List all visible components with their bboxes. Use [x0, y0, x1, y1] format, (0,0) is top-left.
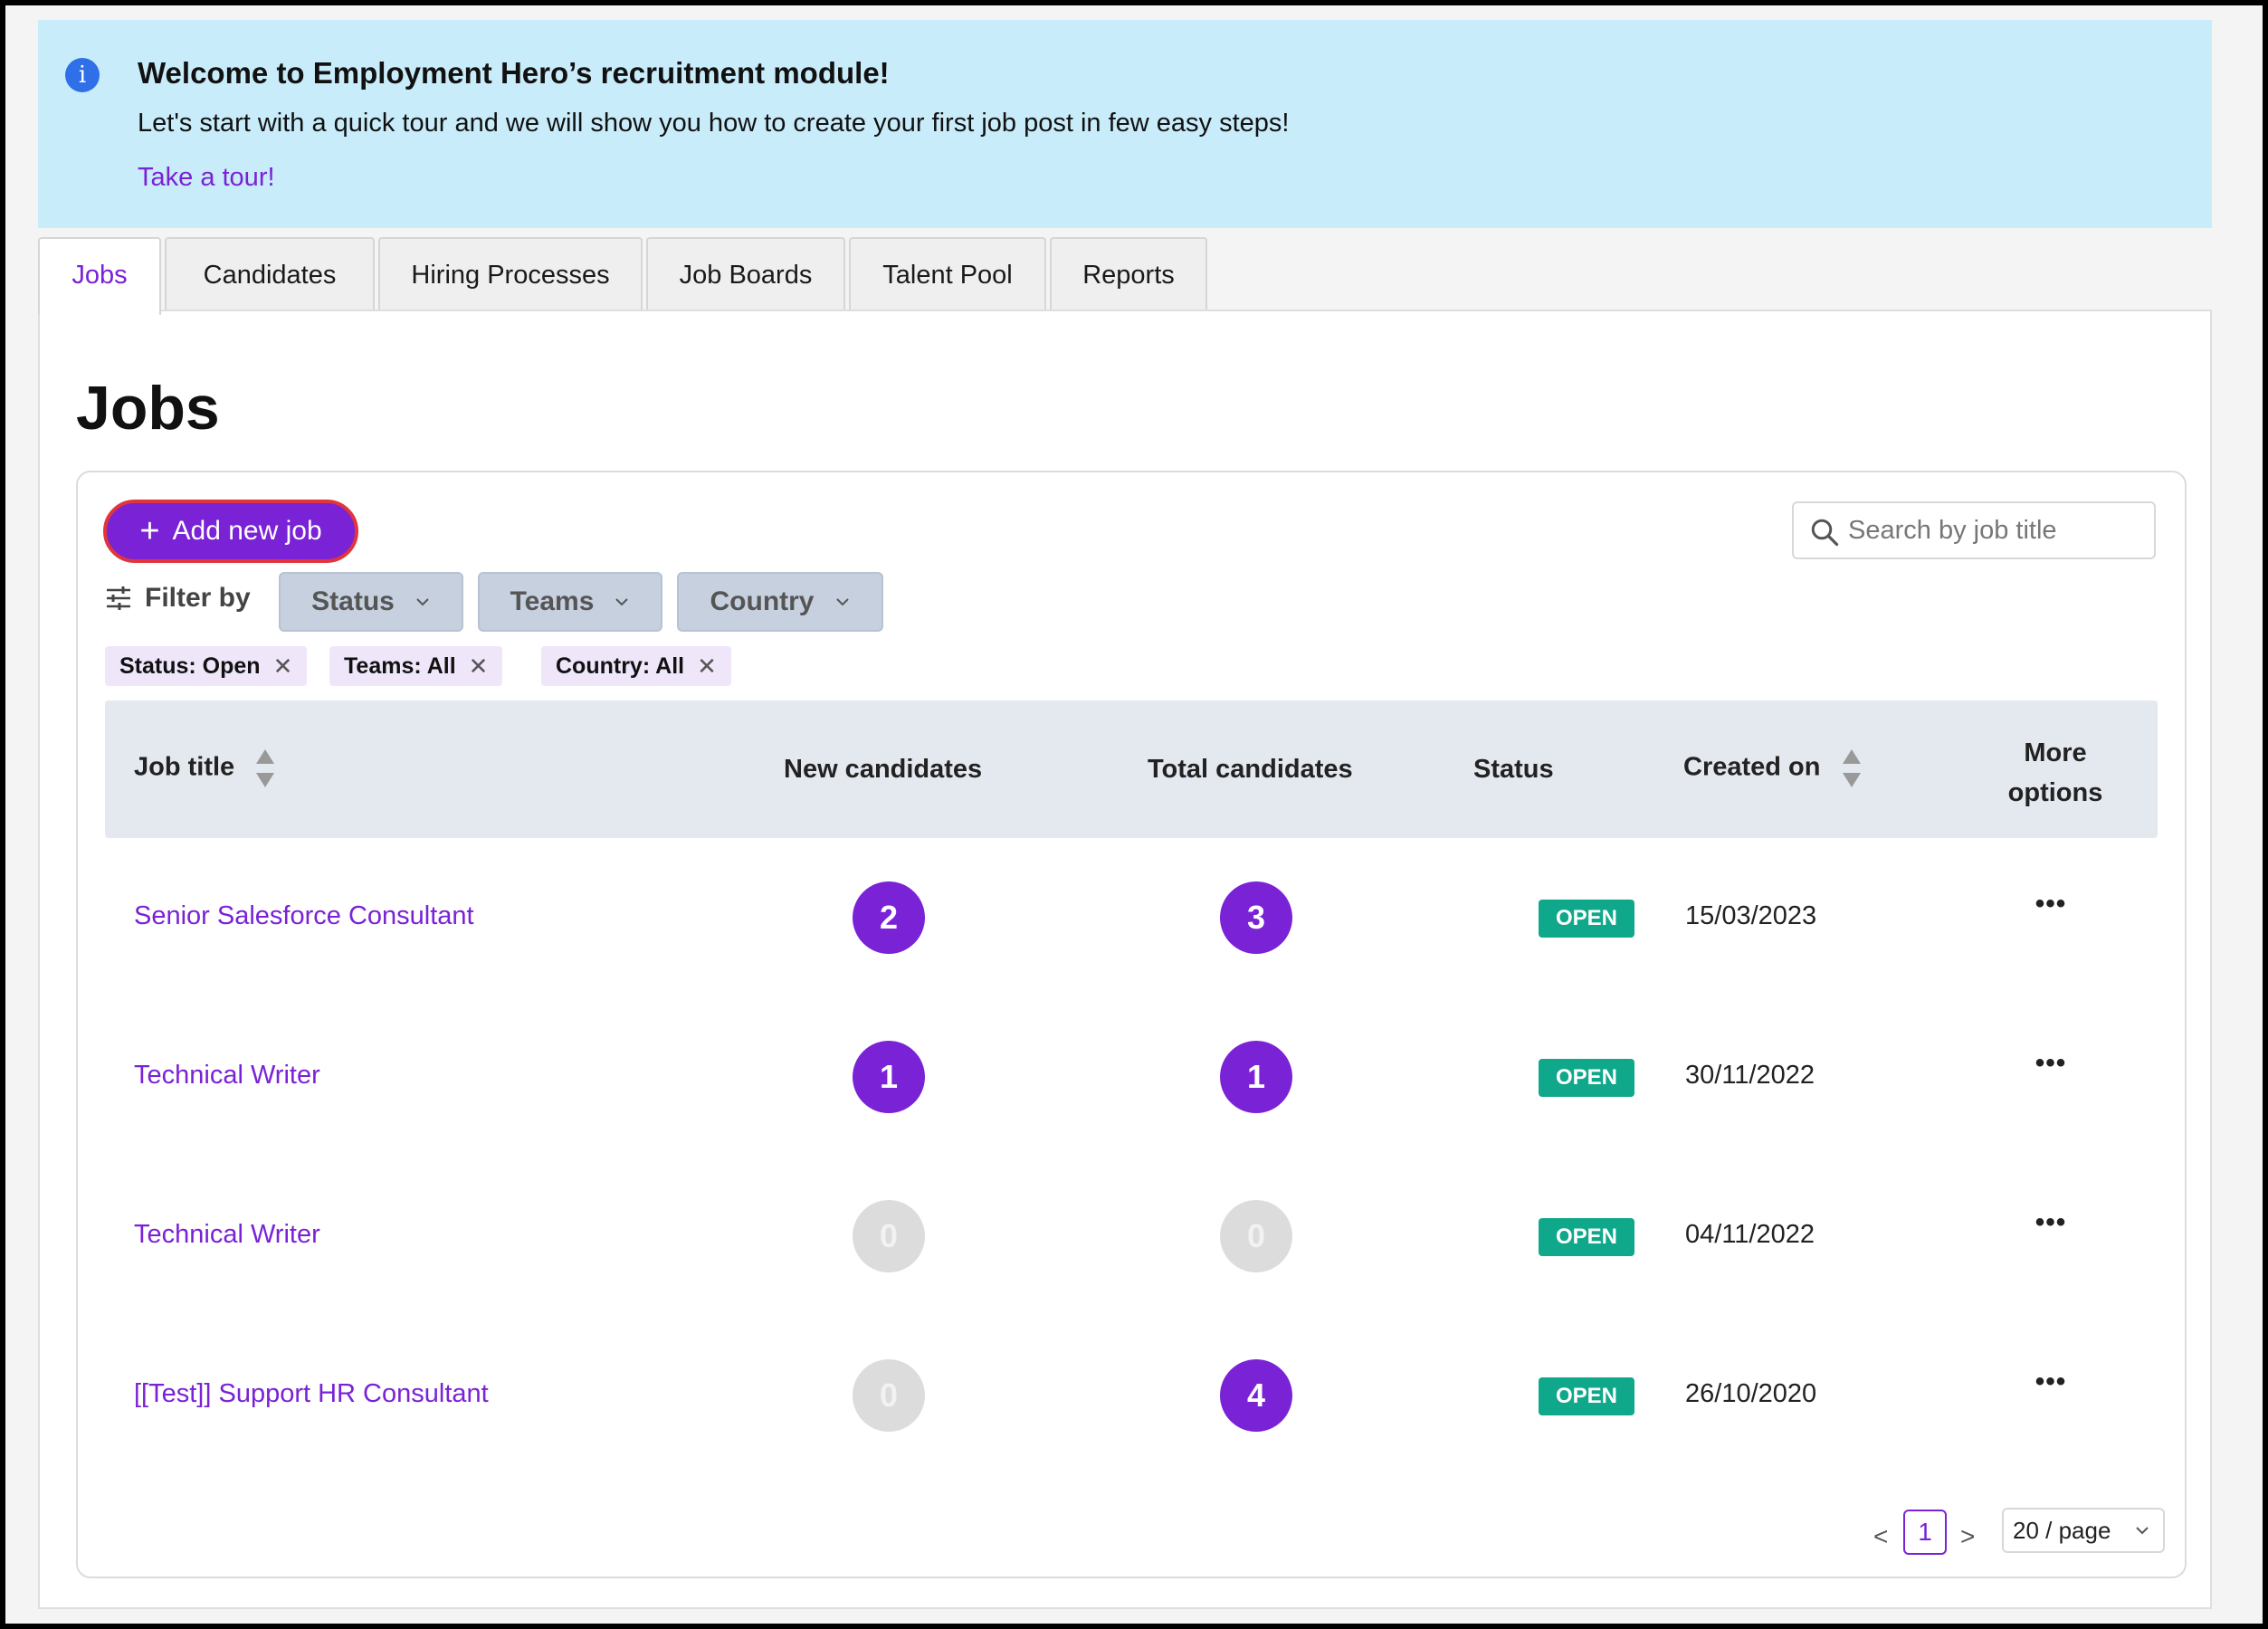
table-row: [[Test]] Support HR Consultant 0 4 OPEN …	[105, 1316, 2158, 1475]
total-candidates-count[interactable]: 4	[1220, 1359, 1292, 1432]
col-job-title-label: Job title	[134, 752, 235, 782]
sliders-icon	[107, 586, 130, 610]
filter-chip-teams: Teams: All ✕	[329, 646, 503, 686]
created-date: 30/11/2022	[1685, 1061, 1815, 1090]
pagination-page-1[interactable]: 1	[1903, 1510, 1947, 1555]
status-badge: OPEN	[1539, 900, 1634, 938]
table-row: Technical Writer 1 1 OPEN 30/11/2022 •••	[105, 997, 2158, 1157]
filter-by-label: Filter by	[145, 583, 251, 613]
new-candidates-count: 0	[853, 1200, 925, 1272]
tab-candidates[interactable]: Candidates	[165, 237, 375, 310]
new-candidates-count[interactable]: 1	[853, 1041, 925, 1113]
created-date: 15/03/2023	[1685, 901, 1817, 930]
job-title-link[interactable]: Technical Writer	[134, 1061, 320, 1091]
close-icon[interactable]: ✕	[469, 653, 489, 681]
status-badge: OPEN	[1539, 1059, 1634, 1097]
tab-jobs[interactable]: Jobs	[38, 237, 161, 315]
job-title-link[interactable]: Technical Writer	[134, 1220, 320, 1250]
welcome-banner: i Welcome to Employment Hero’s recruitme…	[38, 20, 2212, 228]
chevron-down-icon	[2136, 1527, 2149, 1535]
tab-talent-pool[interactable]: Talent Pool	[849, 237, 1046, 310]
filter-chip-status: Status: Open ✕	[105, 646, 308, 686]
tab-job-boards[interactable]: Job Boards	[646, 237, 845, 310]
new-candidates-count[interactable]: 2	[853, 881, 925, 954]
banner-title: Welcome to Employment Hero’s recruitment…	[138, 56, 890, 90]
chevron-down-icon	[615, 598, 629, 606]
banner-text: Let's start with a quick tour and we wil…	[138, 109, 1290, 138]
col-total-candidates: Total candidates	[1148, 755, 1353, 784]
more-options-icon[interactable]: •••	[2024, 1048, 2078, 1084]
col-more-options: More options	[2006, 733, 2105, 813]
filter-by: Filter by	[105, 583, 251, 614]
status-filter[interactable]: Status	[279, 572, 463, 632]
job-search	[1792, 501, 2156, 559]
more-options-icon[interactable]: •••	[2024, 1207, 2078, 1243]
created-date: 04/11/2022	[1685, 1220, 1815, 1249]
sort-icon	[1842, 749, 1861, 787]
status-badge: OPEN	[1539, 1218, 1634, 1256]
page-size-select[interactable]: 20 / page	[2002, 1508, 2165, 1553]
chip-label: Country: All	[556, 653, 685, 679]
job-title-link[interactable]: [[Test]] Support HR Consultant	[134, 1379, 489, 1409]
teams-filter[interactable]: Teams	[478, 572, 662, 632]
jobs-card: + Add new job Filter	[76, 471, 2187, 1578]
col-created-on-label: Created on	[1683, 752, 1821, 782]
plus-icon: +	[139, 512, 160, 550]
created-date: 26/10/2020	[1685, 1379, 1817, 1408]
col-job-title[interactable]: Job title	[134, 748, 276, 789]
page-size-label: 20 / page	[2013, 1517, 2111, 1544]
close-icon[interactable]: ✕	[697, 653, 717, 681]
info-icon: i	[65, 58, 100, 92]
col-created-on[interactable]: Created on	[1683, 748, 1863, 789]
status-badge: OPEN	[1539, 1377, 1634, 1415]
tab-hiring-processes[interactable]: Hiring Processes	[378, 237, 643, 310]
col-more-options-line2: options	[2007, 778, 2103, 807]
col-new-candidates: New candidates	[784, 755, 983, 784]
search-icon	[1811, 519, 1839, 547]
new-candidates-count: 0	[853, 1359, 925, 1432]
country-filter[interactable]: Country	[677, 572, 883, 632]
status-filter-label: Status	[311, 586, 395, 616]
chip-label: Status: Open	[119, 653, 261, 679]
take-tour-link[interactable]: Take a tour!	[138, 163, 275, 193]
col-status: Status	[1473, 755, 1554, 784]
pagination-next[interactable]: >	[1960, 1522, 1975, 1551]
app-frame: i Welcome to Employment Hero’s recruitme…	[5, 5, 2263, 1624]
table-row: Senior Salesforce Consultant 2 3 OPEN 15…	[105, 838, 2158, 997]
filter-chip-country: Country: All ✕	[541, 646, 731, 686]
teams-filter-label: Teams	[510, 586, 595, 616]
sort-icon	[256, 749, 275, 787]
chip-label: Teams: All	[344, 653, 456, 679]
chevron-down-icon	[835, 598, 849, 606]
country-filter-label: Country	[710, 586, 815, 616]
table-header: Job title New candidates Total candidate…	[105, 700, 2158, 838]
more-options-icon[interactable]: •••	[2024, 889, 2078, 925]
tab-reports[interactable]: Reports	[1050, 237, 1207, 310]
jobs-panel: Jobs + Add new job Search by job title F…	[38, 310, 2212, 1609]
job-title-link[interactable]: Senior Salesforce Consultant	[134, 901, 474, 931]
col-more-options-line1: More	[2024, 738, 2087, 767]
total-candidates-count[interactable]: 1	[1220, 1041, 1292, 1113]
add-new-job-label: Add new job	[172, 516, 322, 546]
more-options-icon[interactable]: •••	[2024, 1367, 2078, 1403]
total-candidates-count[interactable]: 3	[1220, 881, 1292, 954]
close-icon[interactable]: ✕	[273, 653, 293, 681]
search-input[interactable]	[1848, 510, 2138, 550]
table-row: Technical Writer 0 0 OPEN 04/11/2022 •••	[105, 1157, 2158, 1316]
chevron-down-icon	[416, 598, 429, 606]
add-new-job-button[interactable]: + Add new job	[103, 500, 358, 563]
page-title: Jobs	[76, 374, 220, 443]
pagination-prev[interactable]: <	[1873, 1522, 1888, 1551]
total-candidates-count: 0	[1220, 1200, 1292, 1272]
